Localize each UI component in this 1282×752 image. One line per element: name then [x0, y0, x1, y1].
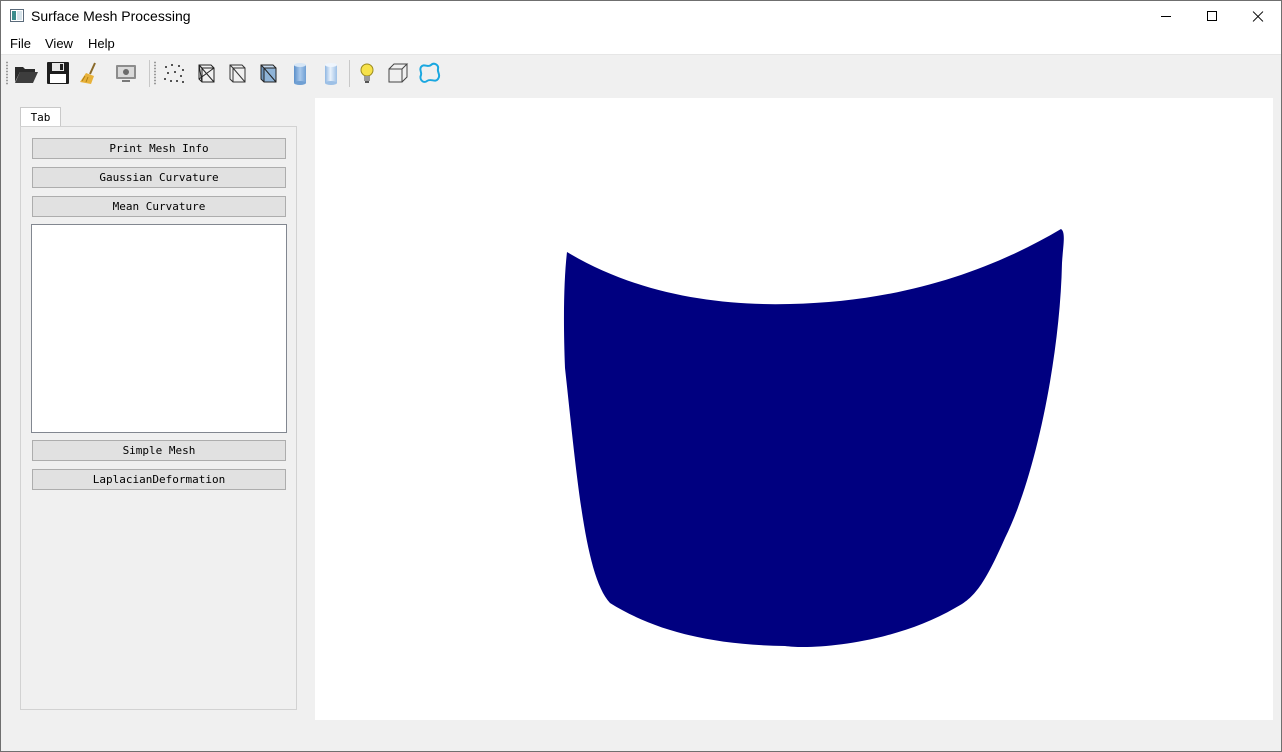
hidden-line-icon[interactable]	[223, 59, 251, 87]
clear-broom-icon[interactable]	[76, 59, 104, 87]
mesh-canvas[interactable]	[315, 98, 1273, 720]
maximize-button[interactable]	[1189, 1, 1235, 32]
toolbar-separator	[149, 60, 150, 87]
mesh-surface	[563, 229, 1064, 648]
simple-mesh-button[interactable]: Simple Mesh	[32, 440, 286, 461]
output-text-box[interactable]	[31, 224, 287, 433]
print-mesh-info-button[interactable]: Print Mesh Info	[32, 138, 286, 159]
toolbar-grip[interactable]	[6, 61, 8, 85]
boundary-icon[interactable]	[416, 59, 444, 87]
menu-file[interactable]: File	[10, 36, 31, 51]
minimize-button[interactable]	[1143, 1, 1189, 32]
menu-view[interactable]: View	[45, 36, 73, 51]
flat-shading-icon[interactable]	[286, 59, 314, 87]
menu-help[interactable]: Help	[88, 36, 115, 51]
close-button[interactable]	[1235, 1, 1281, 32]
smooth-shading-icon[interactable]	[317, 59, 345, 87]
mean-curvature-button[interactable]: Mean Curvature	[32, 196, 286, 217]
render-viewport[interactable]	[315, 98, 1273, 720]
open-folder-icon[interactable]	[12, 59, 40, 87]
toolbar-separator	[349, 60, 350, 87]
main-window: Surface Mesh Processing File View Help T…	[0, 0, 1282, 752]
menu-bar: File View Help	[1, 32, 1281, 54]
tab-label: Tab	[30, 111, 51, 124]
wireframe-icon[interactable]	[192, 59, 220, 87]
screenshot-icon[interactable]	[112, 59, 140, 87]
app-icon	[10, 9, 24, 22]
window-title: Surface Mesh Processing	[31, 8, 191, 24]
save-icon[interactable]	[44, 59, 72, 87]
gaussian-curvature-button[interactable]: Gaussian Curvature	[32, 167, 286, 188]
light-bulb-icon[interactable]	[353, 59, 381, 87]
tab-main[interactable]: Tab	[20, 107, 61, 127]
toolbar-grip[interactable]	[154, 61, 156, 85]
toolbar	[1, 54, 1281, 90]
flat-lines-icon[interactable]	[254, 59, 282, 87]
points-icon[interactable]	[160, 59, 188, 87]
bounding-box-icon[interactable]	[384, 59, 412, 87]
laplacian-deformation-button[interactable]: LaplacianDeformation	[32, 469, 286, 490]
title-bar: Surface Mesh Processing	[1, 1, 1281, 32]
